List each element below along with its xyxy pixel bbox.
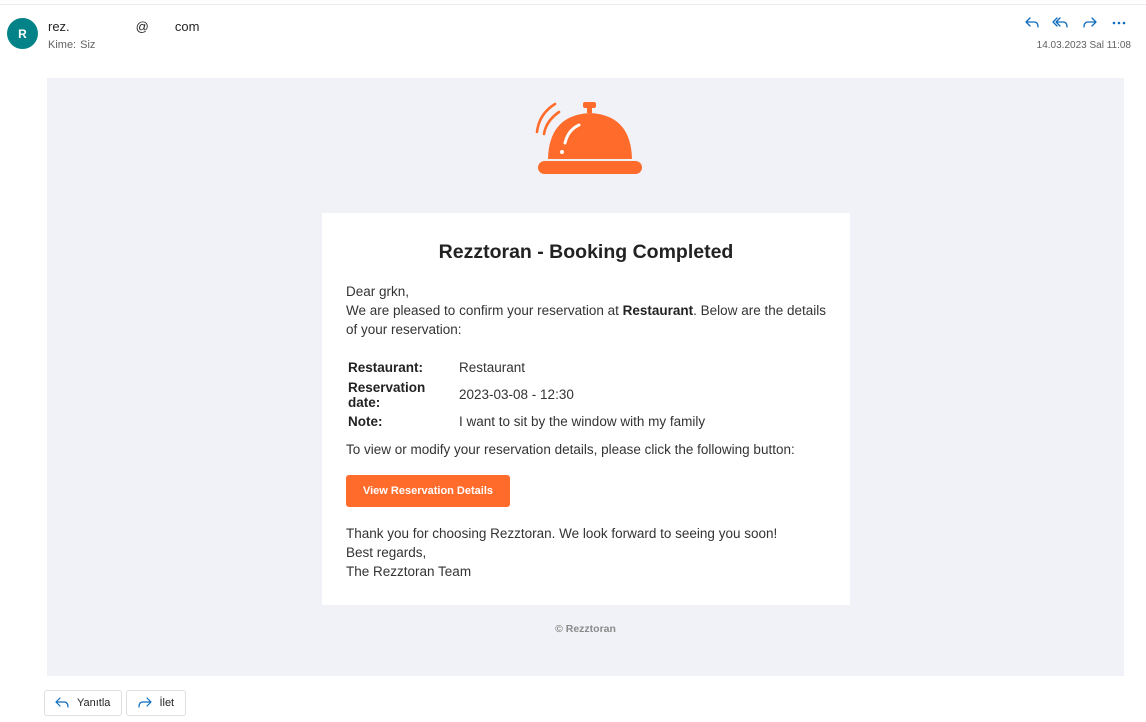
email-title: Rezztoran - Booking Completed [438, 241, 734, 263]
forward-icon[interactable] [1080, 14, 1099, 32]
message-actions [1022, 14, 1128, 32]
detail-label: Reservation date: [348, 379, 426, 410]
sender-local-part: rez. [48, 19, 70, 34]
recipient-label: Kime: [48, 39, 77, 51]
reply-icon[interactable] [1022, 14, 1041, 32]
recipient-value[interactable]: Siz [80, 39, 95, 51]
thanks-text: Thank you for choosing Rezztoran. We loo… [346, 526, 778, 541]
more-options-icon[interactable] [1109, 14, 1128, 32]
signature-text: The Rezztoran Team [346, 564, 472, 579]
details-row-note: Note: I want to sit by the window with m… [346, 411, 707, 434]
reply-all-icon[interactable] [1051, 14, 1070, 32]
message-datetime: 14.03.2023 Sal 11:08 [1036, 40, 1131, 51]
details-row-restaurant: Restaurant: Restaurant [346, 356, 707, 379]
detail-value: I want to sit by the window with my fami… [459, 414, 706, 430]
reply-button-label: Yanıtla [77, 697, 111, 709]
intro-paragraph: We are pleased to confirm your reservati… [346, 301, 836, 339]
recipient-line: Kime: Siz [48, 39, 95, 51]
sender-domain-suffix: com [174, 19, 200, 34]
greeting: Dear grkn, [346, 284, 410, 299]
intro-text-start: We are pleased to confirm your reservati… [346, 303, 623, 318]
view-instructions: To view or modify your reservation detai… [346, 442, 795, 457]
reservation-details-table: Restaurant: Restaurant Reservation date:… [346, 356, 707, 433]
view-reservation-details-button[interactable]: View Reservation Details [346, 475, 510, 507]
forward-button-label: İlet [159, 697, 175, 709]
reply-button[interactable]: Yanıtla [44, 690, 123, 716]
sender-avatar[interactable]: R [7, 18, 38, 49]
message-header: R rez. @ com Kime: Siz 14.03.2023 Sal 11:08 [0, 0, 1146, 60]
details-row-date: Reservation date: 2023-03-08 - 12:30 [346, 379, 707, 411]
reply-icon [55, 697, 69, 708]
bottom-actions: Yanıtla İlet [44, 690, 187, 716]
forward-button[interactable]: İlet [126, 690, 187, 716]
sender-address[interactable]: rez. @ com [48, 19, 199, 34]
copyright-footer: © Rezztoran [555, 623, 616, 635]
detail-value: 2023-03-08 - 12:30 [459, 387, 574, 402]
message-card: Rezztoran - Booking Completed Dear grkn,… [322, 213, 850, 605]
sender-at-sign: @ [135, 19, 149, 34]
detail-label: Restaurant: [348, 359, 424, 375]
email-body: Rezztoran - Booking Completed Dear grkn,… [47, 78, 1124, 676]
regards-text: Best regards, [346, 545, 427, 560]
service-bell-icon [535, 100, 645, 178]
detail-label: Note: [348, 414, 383, 430]
detail-value: Restaurant [459, 359, 526, 375]
forward-icon [138, 697, 153, 708]
restaurant-name-bold: Restaurant [622, 303, 694, 318]
